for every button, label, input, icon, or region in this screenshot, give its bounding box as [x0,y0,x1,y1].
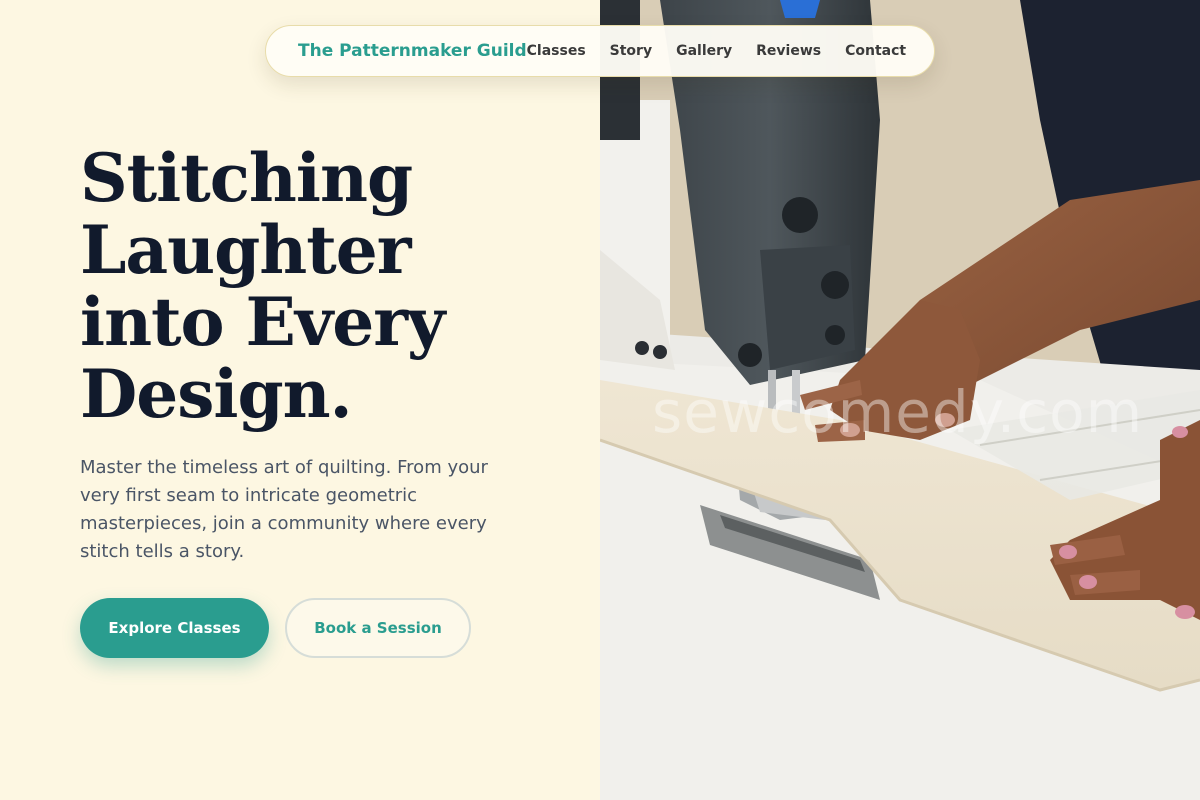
brand-logo-link[interactable]: The Patternmaker Guild [298,41,527,61]
hero-page: sewcomedy.com The Patternmaker Guild Cla… [0,0,1200,800]
nav-links: Classes Story Gallery Reviews Contact [527,43,906,59]
nav-link-classes[interactable]: Classes [527,43,586,59]
nav-link-story[interactable]: Story [610,43,652,59]
book-session-button[interactable]: Book a Session [285,598,471,658]
hero-title-line: Design. [80,355,353,433]
top-navigation: The Patternmaker Guild Classes Story Gal… [265,25,935,77]
hero-photo: sewcomedy.com [600,0,1200,800]
nav-link-contact[interactable]: Contact [845,43,906,59]
nav-link-gallery[interactable]: Gallery [676,43,732,59]
hero-title-line: Stitching [80,139,413,217]
hero-title-line: Laughter [80,211,412,289]
hero-description: Master the timeless art of quilting. Fro… [80,457,488,562]
hero-title-line: into Every [80,283,445,361]
explore-classes-button[interactable]: Explore Classes [80,598,269,658]
photo-watermark: sewcomedy.com [652,378,1144,446]
nav-link-reviews[interactable]: Reviews [756,43,821,59]
hero-title: Stitching Laughter into Every Design. [80,142,550,430]
